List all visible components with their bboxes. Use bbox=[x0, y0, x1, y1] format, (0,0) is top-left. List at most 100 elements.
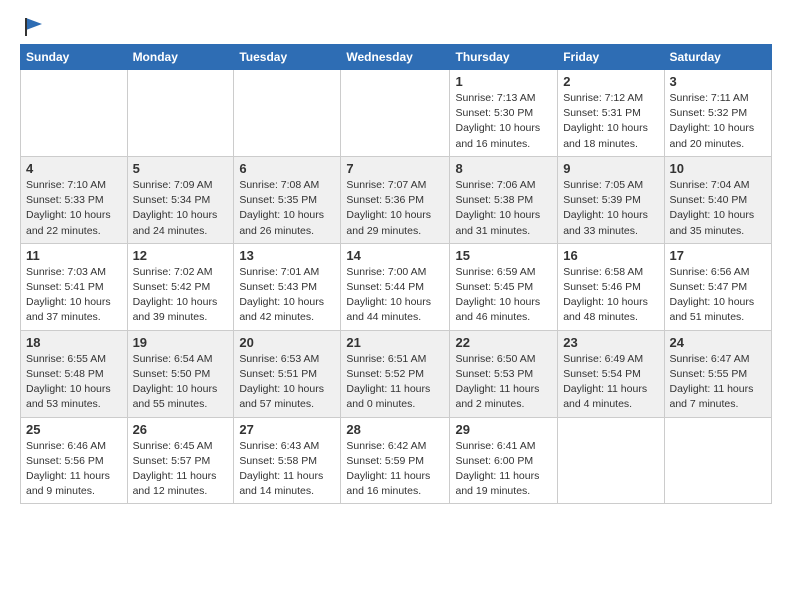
header bbox=[20, 16, 772, 38]
calendar-body: 1Sunrise: 7:13 AM Sunset: 5:30 PM Daylig… bbox=[21, 70, 772, 504]
day-number: 8 bbox=[455, 161, 552, 176]
week-row-3: 11Sunrise: 7:03 AM Sunset: 5:41 PM Dayli… bbox=[21, 243, 772, 330]
day-number: 20 bbox=[239, 335, 335, 350]
calendar-table: SundayMondayTuesdayWednesdayThursdayFrid… bbox=[20, 44, 772, 504]
day-number: 1 bbox=[455, 74, 552, 89]
day-number: 26 bbox=[133, 422, 229, 437]
day-number: 28 bbox=[346, 422, 444, 437]
calendar-cell: 3 Sunrise: 7:11 AM Sunset: 5:32 PM Daylig… bbox=[664, 70, 772, 157]
day-number: 9 bbox=[563, 161, 658, 176]
calendar-cell: 9 Sunrise: 7:05 AM Sunset: 5:39 PM Daylig… bbox=[558, 156, 664, 243]
calendar-cell: 28 Sunrise: 6:42 AM Sunset: 5:59 PM Dayli… bbox=[341, 417, 450, 504]
day-number: 5 bbox=[133, 161, 229, 176]
day-number: 7 bbox=[346, 161, 444, 176]
day-info: Sunrise: 6:47 AM Sunset: 5:55 PM Dayligh… bbox=[670, 352, 767, 413]
day-number: 6 bbox=[239, 161, 335, 176]
day-info: Sunrise: 7:04 AM Sunset: 5:40 PM Dayligh… bbox=[670, 178, 767, 239]
day-info: Sunrise: 6:55 AM Sunset: 5:48 PM Dayligh… bbox=[26, 352, 122, 413]
day-number: 13 bbox=[239, 248, 335, 263]
day-number: 12 bbox=[133, 248, 229, 263]
weekday-header-monday: Monday bbox=[127, 45, 234, 70]
day-number: 14 bbox=[346, 248, 444, 263]
calendar-cell bbox=[21, 70, 128, 157]
day-info: Sunrise: 7:11 AM Sunset: 5:32 PM Dayligh… bbox=[670, 91, 767, 152]
weekday-header-saturday: Saturday bbox=[664, 45, 772, 70]
day-number: 22 bbox=[455, 335, 552, 350]
day-info: Sunrise: 6:42 AM Sunset: 5:59 PM Dayligh… bbox=[346, 439, 444, 500]
calendar-cell: 10 Sunrise: 7:04 AM Sunset: 5:40 PM Dayli… bbox=[664, 156, 772, 243]
day-info: Sunrise: 7:07 AM Sunset: 5:36 PM Dayligh… bbox=[346, 178, 444, 239]
day-number: 18 bbox=[26, 335, 122, 350]
day-number: 11 bbox=[26, 248, 122, 263]
weekday-header-wednesday: Wednesday bbox=[341, 45, 450, 70]
logo bbox=[20, 16, 44, 38]
calendar-cell: 21 Sunrise: 6:51 AM Sunset: 5:52 PM Dayli… bbox=[341, 330, 450, 417]
calendar-cell: 18 Sunrise: 6:55 AM Sunset: 5:48 PM Dayli… bbox=[21, 330, 128, 417]
day-number: 29 bbox=[455, 422, 552, 437]
calendar-cell: 27 Sunrise: 6:43 AM Sunset: 5:58 PM Dayli… bbox=[234, 417, 341, 504]
calendar-cell: 29 Sunrise: 6:41 AM Sunset: 6:00 PM Dayli… bbox=[450, 417, 558, 504]
day-number: 25 bbox=[26, 422, 122, 437]
day-info: Sunrise: 6:50 AM Sunset: 5:53 PM Dayligh… bbox=[455, 352, 552, 413]
calendar-cell: 2 Sunrise: 7:12 AM Sunset: 5:31 PM Daylig… bbox=[558, 70, 664, 157]
weekday-header-friday: Friday bbox=[558, 45, 664, 70]
calendar-cell: 7 Sunrise: 7:07 AM Sunset: 5:36 PM Daylig… bbox=[341, 156, 450, 243]
page-container: SundayMondayTuesdayWednesdayThursdayFrid… bbox=[0, 0, 792, 514]
day-number: 3 bbox=[670, 74, 767, 89]
calendar-cell: 19 Sunrise: 6:54 AM Sunset: 5:50 PM Dayli… bbox=[127, 330, 234, 417]
day-info: Sunrise: 6:59 AM Sunset: 5:45 PM Dayligh… bbox=[455, 265, 552, 326]
calendar-cell: 11Sunrise: 7:03 AM Sunset: 5:41 PM Dayli… bbox=[21, 243, 128, 330]
day-info: Sunrise: 6:56 AM Sunset: 5:47 PM Dayligh… bbox=[670, 265, 767, 326]
calendar-cell bbox=[341, 70, 450, 157]
week-row-1: 1Sunrise: 7:13 AM Sunset: 5:30 PM Daylig… bbox=[21, 70, 772, 157]
calendar-cell: 13 Sunrise: 7:01 AM Sunset: 5:43 PM Dayli… bbox=[234, 243, 341, 330]
day-info: Sunrise: 6:54 AM Sunset: 5:50 PM Dayligh… bbox=[133, 352, 229, 413]
day-number: 15 bbox=[455, 248, 552, 263]
week-row-2: 4 Sunrise: 7:10 AM Sunset: 5:33 PM Daylig… bbox=[21, 156, 772, 243]
day-number: 19 bbox=[133, 335, 229, 350]
day-number: 21 bbox=[346, 335, 444, 350]
day-info: Sunrise: 6:51 AM Sunset: 5:52 PM Dayligh… bbox=[346, 352, 444, 413]
day-info: Sunrise: 7:12 AM Sunset: 5:31 PM Dayligh… bbox=[563, 91, 658, 152]
day-info: Sunrise: 7:05 AM Sunset: 5:39 PM Dayligh… bbox=[563, 178, 658, 239]
day-info: Sunrise: 7:00 AM Sunset: 5:44 PM Dayligh… bbox=[346, 265, 444, 326]
day-info: Sunrise: 6:49 AM Sunset: 5:54 PM Dayligh… bbox=[563, 352, 658, 413]
calendar-cell bbox=[234, 70, 341, 157]
calendar-cell: 12Sunrise: 7:02 AM Sunset: 5:42 PM Dayli… bbox=[127, 243, 234, 330]
day-info: Sunrise: 6:45 AM Sunset: 5:57 PM Dayligh… bbox=[133, 439, 229, 500]
day-number: 2 bbox=[563, 74, 658, 89]
calendar-cell: 20 Sunrise: 6:53 AM Sunset: 5:51 PM Dayli… bbox=[234, 330, 341, 417]
calendar-cell: 8 Sunrise: 7:06 AM Sunset: 5:38 PM Daylig… bbox=[450, 156, 558, 243]
day-info: Sunrise: 6:43 AM Sunset: 5:58 PM Dayligh… bbox=[239, 439, 335, 500]
calendar-cell bbox=[664, 417, 772, 504]
calendar-cell: 22 Sunrise: 6:50 AM Sunset: 5:53 PM Dayli… bbox=[450, 330, 558, 417]
calendar-cell bbox=[558, 417, 664, 504]
day-number: 4 bbox=[26, 161, 122, 176]
day-info: Sunrise: 6:46 AM Sunset: 5:56 PM Dayligh… bbox=[26, 439, 122, 500]
day-number: 16 bbox=[563, 248, 658, 263]
weekday-header-row: SundayMondayTuesdayWednesdayThursdayFrid… bbox=[21, 45, 772, 70]
day-number: 17 bbox=[670, 248, 767, 263]
day-info: Sunrise: 7:08 AM Sunset: 5:35 PM Dayligh… bbox=[239, 178, 335, 239]
day-number: 27 bbox=[239, 422, 335, 437]
calendar-cell: 1Sunrise: 7:13 AM Sunset: 5:30 PM Daylig… bbox=[450, 70, 558, 157]
calendar-cell bbox=[127, 70, 234, 157]
calendar-cell: 24 Sunrise: 6:47 AM Sunset: 5:55 PM Dayli… bbox=[664, 330, 772, 417]
calendar-cell: 16Sunrise: 6:58 AM Sunset: 5:46 PM Dayli… bbox=[558, 243, 664, 330]
calendar-cell: 5 Sunrise: 7:09 AM Sunset: 5:34 PM Daylig… bbox=[127, 156, 234, 243]
day-info: Sunrise: 7:06 AM Sunset: 5:38 PM Dayligh… bbox=[455, 178, 552, 239]
calendar-cell: 14 Sunrise: 7:00 AM Sunset: 5:44 PM Dayli… bbox=[341, 243, 450, 330]
day-number: 23 bbox=[563, 335, 658, 350]
week-row-4: 18 Sunrise: 6:55 AM Sunset: 5:48 PM Dayli… bbox=[21, 330, 772, 417]
weekday-header-thursday: Thursday bbox=[450, 45, 558, 70]
day-info: Sunrise: 7:09 AM Sunset: 5:34 PM Dayligh… bbox=[133, 178, 229, 239]
weekday-header-tuesday: Tuesday bbox=[234, 45, 341, 70]
day-info: Sunrise: 6:41 AM Sunset: 6:00 PM Dayligh… bbox=[455, 439, 552, 500]
day-info: Sunrise: 7:10 AM Sunset: 5:33 PM Dayligh… bbox=[26, 178, 122, 239]
calendar-cell: 17 Sunrise: 6:56 AM Sunset: 5:47 PM Dayli… bbox=[664, 243, 772, 330]
calendar-cell: 4 Sunrise: 7:10 AM Sunset: 5:33 PM Daylig… bbox=[21, 156, 128, 243]
day-number: 10 bbox=[670, 161, 767, 176]
day-info: Sunrise: 7:01 AM Sunset: 5:43 PM Dayligh… bbox=[239, 265, 335, 326]
day-info: Sunrise: 6:53 AM Sunset: 5:51 PM Dayligh… bbox=[239, 352, 335, 413]
day-number: 24 bbox=[670, 335, 767, 350]
